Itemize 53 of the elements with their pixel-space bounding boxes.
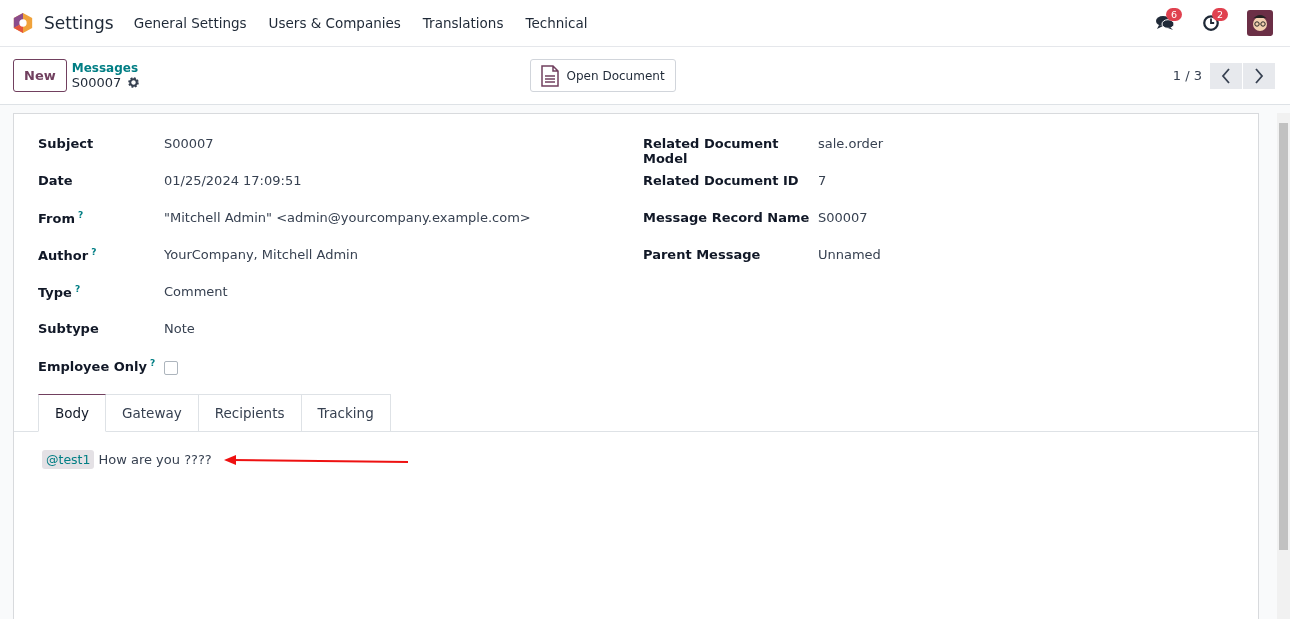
- previous-button[interactable]: [1210, 62, 1242, 89]
- field-label: Employee Only: [38, 359, 147, 375]
- scrollbar[interactable]: [1277, 113, 1290, 619]
- next-button[interactable]: [1243, 62, 1275, 89]
- app-logo-icon[interactable]: [12, 12, 34, 34]
- checkbox[interactable]: [164, 361, 178, 375]
- field-value: sale.order: [818, 136, 884, 151]
- field-label: Type: [38, 285, 72, 301]
- document-icon: [540, 64, 559, 87]
- field-value: Note: [164, 321, 195, 336]
- open-document-button[interactable]: Open Document: [529, 59, 676, 92]
- field-label: From: [38, 211, 75, 227]
- app-name[interactable]: Settings: [44, 13, 114, 33]
- record-name: S00007: [71, 75, 122, 90]
- breadcrumb-link[interactable]: Messages: [71, 61, 141, 75]
- field-label: Parent Message: [643, 247, 761, 262]
- message-text: How are you ????: [98, 452, 212, 467]
- field-value: "Mitchell Admin" <admin@yourcompany.example.com>: [164, 210, 531, 225]
- field-value: S00007: [164, 136, 214, 151]
- tab[interactable]: Recipients: [198, 394, 302, 432]
- field-label: Author: [38, 248, 89, 264]
- field-label: Message Record Name: [643, 210, 810, 225]
- help-tooltip-mark[interactable]: ?: [150, 358, 156, 368]
- field-label: Related Document ID: [643, 173, 799, 188]
- tab[interactable]: Body: [38, 394, 107, 432]
- field-value: S00007: [818, 210, 868, 225]
- field-value: Comment: [164, 284, 228, 299]
- field-value: YourCompany, Mitchell Admin: [164, 247, 358, 262]
- menu-item[interactable]: Users & Companies: [268, 15, 401, 31]
- menu-item[interactable]: Technical: [525, 15, 588, 31]
- field-label: Related Document Model: [643, 136, 779, 166]
- field-value: 01/25/2024 17:09:51: [164, 173, 302, 188]
- field-value: 7: [818, 173, 827, 188]
- menu-item[interactable]: Translations: [422, 15, 504, 31]
- settings-icon[interactable]: [127, 76, 141, 89]
- help-tooltip-mark[interactable]: ?: [74, 284, 81, 294]
- field-value: Unnamed: [818, 247, 881, 262]
- chevron-left-icon: [1221, 67, 1231, 84]
- tab[interactable]: Gateway: [106, 394, 199, 432]
- chevron-right-icon: [1254, 67, 1264, 84]
- pager-value: 1 / 3: [1172, 68, 1202, 83]
- notification-badge: 6: [1166, 8, 1183, 21]
- field-label: Subject: [38, 136, 94, 151]
- field-label: Subtype: [38, 321, 99, 336]
- tab[interactable]: Tracking: [301, 394, 391, 432]
- help-tooltip-mark[interactable]: ?: [77, 210, 84, 220]
- notification-badge: 2: [1212, 8, 1229, 21]
- field-label: Date: [38, 173, 73, 188]
- help-tooltip-mark[interactable]: ?: [91, 247, 97, 257]
- avatar-icon[interactable]: [1247, 10, 1273, 36]
- mention-tag[interactable]: @test1: [42, 450, 95, 469]
- menu-item[interactable]: General Settings: [133, 15, 247, 31]
- new-button[interactable]: New: [13, 59, 67, 92]
